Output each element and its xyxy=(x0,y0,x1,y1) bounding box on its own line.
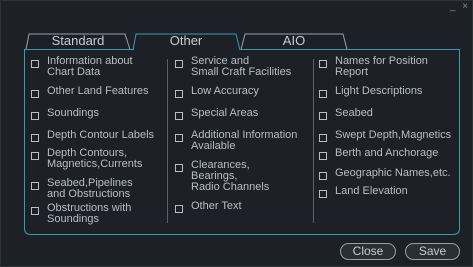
checkbox[interactable] xyxy=(31,182,39,190)
option-label: Information about Chart Data xyxy=(47,55,133,78)
option-label: Names for Position Report xyxy=(335,55,428,78)
option-label: Service and Small Craft Facilities xyxy=(191,55,292,78)
option-label: Seabed xyxy=(335,107,373,119)
tab-other[interactable]: Other xyxy=(132,33,240,50)
option-additional-information-available[interactable]: Additional Information Available xyxy=(175,130,297,152)
option-label: Soundings xyxy=(47,107,99,119)
option-label: Low Accuracy xyxy=(191,85,259,97)
checkbox[interactable] xyxy=(319,172,327,180)
option-light-descriptions[interactable]: Light Descriptions xyxy=(319,86,422,98)
checkbox[interactable] xyxy=(175,134,183,142)
option-swept-depth-magnetics[interactable]: Swept Depth,Magnetics xyxy=(319,130,451,142)
option-label: Clearances, Bearings, Radio Channels xyxy=(191,159,270,193)
option-clearances-bearings-radio[interactable]: Clearances, Bearings, Radio Channels xyxy=(175,160,269,193)
checkbox[interactable] xyxy=(31,60,39,68)
option-names-for-position-report[interactable]: Names for Position Report xyxy=(319,56,428,78)
option-label: Seabed,Pipelines and Obstructions xyxy=(47,177,133,200)
title-bar: _ × xyxy=(1,1,473,15)
checkbox[interactable] xyxy=(319,134,327,142)
option-obstructions-with-soundings[interactable]: Obstructions with Soundings xyxy=(31,203,131,225)
checkbox[interactable] xyxy=(175,112,183,120)
option-label: Geographic Names,etc. xyxy=(335,167,451,179)
option-label: Additional Information Available xyxy=(191,129,298,152)
option-other-text[interactable]: Other Text xyxy=(175,201,242,213)
checkbox[interactable] xyxy=(175,164,183,172)
option-low-accuracy[interactable]: Low Accuracy xyxy=(175,86,259,98)
tab-aio[interactable]: AIO xyxy=(240,33,348,50)
option-label: Depth Contours, Magnetics,Currents xyxy=(47,147,143,170)
tab-standard-label: Standard xyxy=(51,33,105,48)
option-land-elevation[interactable]: Land Elevation xyxy=(319,186,408,198)
option-label: Obstructions with Soundings xyxy=(47,202,132,225)
checkbox[interactable] xyxy=(175,205,183,213)
option-label: Berth and Anchorage xyxy=(335,147,439,159)
checkbox[interactable] xyxy=(31,90,39,98)
option-seabed[interactable]: Seabed xyxy=(319,108,373,120)
window-controls[interactable]: _ × xyxy=(450,1,470,13)
option-other-land-features[interactable]: Other Land Features xyxy=(31,86,149,98)
column-divider xyxy=(167,59,168,223)
tab-aio-label: AIO xyxy=(282,33,306,48)
option-seabed-pipelines[interactable]: Seabed,Pipelines and Obstructions xyxy=(31,178,133,200)
column-divider xyxy=(313,59,314,223)
tab-standard[interactable]: Standard xyxy=(25,33,131,50)
checkbox[interactable] xyxy=(319,152,327,160)
checkbox[interactable] xyxy=(31,152,39,160)
option-depth-contour-labels[interactable]: Depth Contour Labels xyxy=(31,130,154,142)
option-service-small-craft-facilities[interactable]: Service and Small Craft Facilities xyxy=(175,56,291,78)
option-label: Other Text xyxy=(191,200,242,212)
checkbox[interactable] xyxy=(175,90,183,98)
save-button[interactable]: Save xyxy=(405,243,460,260)
option-label: Light Descriptions xyxy=(335,85,423,97)
checkbox[interactable] xyxy=(319,60,327,68)
option-label: Depth Contour Labels xyxy=(47,129,155,141)
checkbox[interactable] xyxy=(31,134,39,142)
checkbox[interactable] xyxy=(319,90,327,98)
chart-display-settings-dialog: _ × Standard Other AIO Information about… xyxy=(0,0,473,267)
option-label: Land Elevation xyxy=(335,185,408,197)
option-berth-and-anchorage[interactable]: Berth and Anchorage xyxy=(319,148,438,160)
option-depth-contours[interactable]: Depth Contours, Magnetics,Currents xyxy=(31,148,142,170)
option-special-areas[interactable]: Special Areas xyxy=(175,108,258,120)
option-label: Special Areas xyxy=(191,107,259,119)
checkbox[interactable] xyxy=(319,112,327,120)
checkbox[interactable] xyxy=(31,112,39,120)
option-geographic-names[interactable]: Geographic Names,etc. xyxy=(319,168,451,180)
option-information-about-chart-data[interactable]: Information about Chart Data xyxy=(31,56,133,78)
checkbox[interactable] xyxy=(175,60,183,68)
checkbox[interactable] xyxy=(319,190,327,198)
checkbox[interactable] xyxy=(31,207,39,215)
close-button[interactable]: Close xyxy=(340,243,396,260)
option-label: Swept Depth,Magnetics xyxy=(335,129,452,141)
option-label: Other Land Features xyxy=(47,85,149,97)
option-soundings[interactable]: Soundings xyxy=(31,108,99,120)
tab-other-label: Other xyxy=(169,33,203,48)
